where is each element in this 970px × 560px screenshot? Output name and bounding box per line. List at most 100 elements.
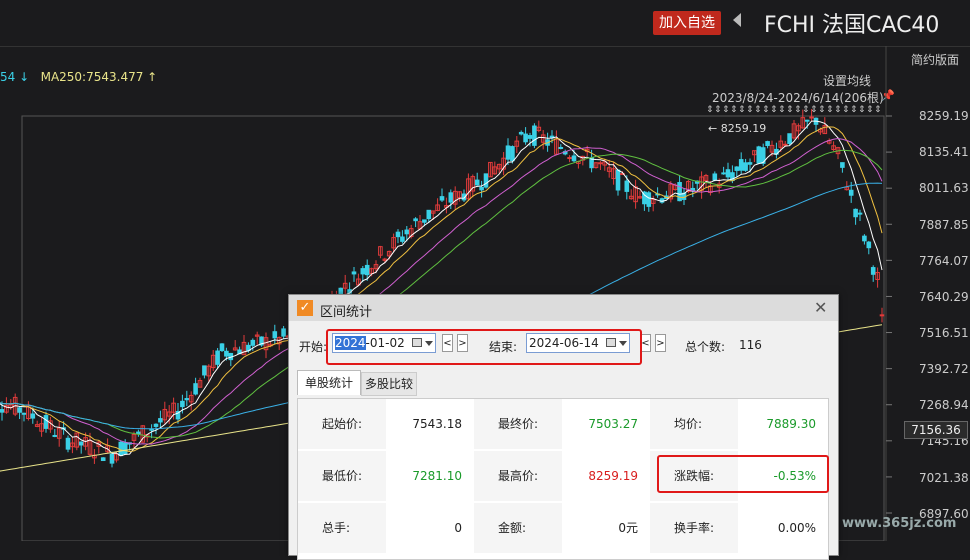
price-axis-label: 7640.29 [919, 290, 969, 304]
event-marker: ⇕ [722, 105, 730, 115]
dialog-titlebar[interactable]: ✓ 区间统计 ✕ [289, 295, 838, 321]
amount-label: 金额: [474, 503, 562, 553]
candle-body [624, 180, 630, 192]
price-axis-label: 7268.94 [919, 398, 969, 412]
candle-body [193, 383, 198, 395]
current-price-tag: 7156.36 [904, 421, 968, 439]
date-range-highlight [326, 329, 642, 365]
candle-body [857, 212, 863, 215]
candle-body [734, 166, 740, 171]
candle-body [395, 231, 401, 238]
price-axis-label: 8011.63 [919, 181, 969, 195]
avg-price-value: 7889.30 [766, 417, 816, 431]
dialog-title: 区间统计 [320, 305, 373, 320]
candle-body [360, 268, 366, 275]
candle-body [281, 328, 286, 337]
candle-body [518, 131, 524, 135]
candle-body [532, 125, 537, 146]
event-marker: ⇕ [842, 105, 850, 115]
end-next-button[interactable]: > [655, 334, 666, 352]
candle-body [439, 196, 445, 201]
candle-body [527, 135, 533, 139]
event-marker: ⇕ [866, 105, 874, 115]
watermark: www.365jz.com [842, 516, 957, 531]
candle-body [809, 116, 814, 119]
candle-body [598, 162, 603, 165]
start-price-value: 7543.18 [412, 417, 462, 431]
candle-body [804, 119, 810, 122]
candle-body [180, 400, 185, 408]
high-price-value: 8259.19 [588, 469, 638, 483]
candle-body [400, 236, 405, 242]
candle-body [17, 407, 22, 413]
candle-body [782, 143, 788, 146]
event-marker: ⇕ [730, 105, 738, 115]
event-marker: ⇕ [770, 105, 778, 115]
low-price-value: 7281.10 [412, 469, 462, 483]
candle-body [840, 162, 845, 168]
amount-value: 0元 [618, 521, 638, 535]
event-marker: ⇕ [738, 105, 746, 115]
candle-body [109, 453, 115, 464]
candle-body [122, 442, 128, 455]
candle-body [510, 146, 515, 162]
event-marker: ⇕ [826, 105, 834, 115]
event-marker: ⇕ [818, 105, 826, 115]
candle-body [219, 343, 225, 352]
candle-body [743, 162, 748, 171]
candle-body [756, 146, 762, 164]
candle-body [523, 133, 528, 143]
close-icon[interactable]: ✕ [814, 298, 827, 317]
volume-value: 0 [454, 521, 462, 535]
total-count-label: 总个数: [685, 340, 726, 354]
tab-single-stock[interactable]: 单股统计 [297, 370, 361, 395]
event-marker: ⇕ [834, 105, 842, 115]
candle-body [351, 271, 357, 275]
candle-body [184, 398, 190, 401]
candle-body [100, 457, 106, 462]
candle-body [78, 441, 84, 446]
price-axis-label: 7887.85 [919, 218, 969, 232]
event-marker: ⇕ [754, 105, 762, 115]
candle-body [787, 133, 792, 144]
candle-body [422, 219, 427, 223]
candle-body [153, 423, 159, 427]
event-marker: ⇕ [810, 105, 818, 115]
candle-body [448, 192, 454, 203]
candle-body [364, 264, 370, 276]
price-axis-label: 7764.07 [919, 254, 969, 268]
candle-body [738, 159, 744, 171]
end-price-label: 最终价: [474, 399, 562, 449]
candle-body [567, 157, 572, 160]
volume-label: 总手: [298, 503, 386, 553]
turnover-value: 0.00% [777, 521, 816, 535]
candle-body [474, 179, 480, 186]
candle-body [65, 437, 71, 450]
event-marker: ⇕ [850, 105, 858, 115]
tab-multi-stock[interactable]: 多股比较 [361, 372, 417, 396]
turnover-label: 换手率: [650, 503, 738, 553]
high-price-label: 最高价: [474, 451, 562, 501]
candle-body [677, 182, 682, 202]
event-marker: ⇕ [746, 105, 754, 115]
candle-body [215, 350, 220, 365]
candle-body [571, 155, 577, 162]
event-marker: ⇕ [778, 105, 786, 115]
price-axis-label: 8135.41 [919, 145, 969, 159]
event-marker: ⇕ [706, 105, 714, 115]
low-price-label: 最低价: [298, 451, 386, 501]
event-marker: ⇕ [858, 105, 866, 115]
candle-body [721, 172, 726, 175]
event-marker: ⇕ [762, 105, 770, 115]
candle-body [870, 267, 876, 275]
candle-body [224, 350, 229, 357]
event-marker: ⇕ [786, 105, 794, 115]
candle-body [413, 218, 418, 222]
candle-body [202, 365, 207, 376]
price-axis-label: 8259.19 [919, 109, 969, 123]
candle-body [712, 173, 718, 181]
price-axis-label: 7516.51 [919, 326, 969, 340]
candle-body [853, 208, 858, 218]
candle-body [848, 189, 854, 196]
candle-body [250, 339, 256, 346]
